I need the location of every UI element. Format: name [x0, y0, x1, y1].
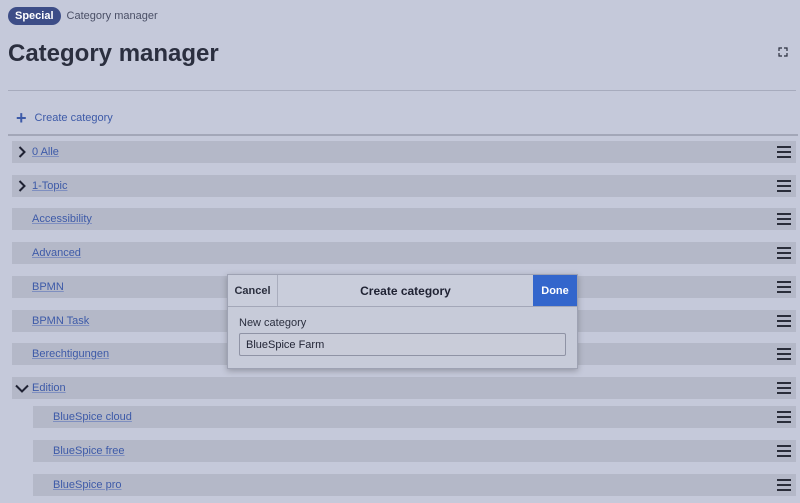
category-link[interactable]: Berechtigungen — [32, 348, 109, 360]
hamburger-menu-icon[interactable] — [777, 348, 791, 360]
cancel-button[interactable]: Cancel — [228, 275, 278, 306]
hamburger-menu-icon[interactable] — [777, 315, 791, 327]
hamburger-menu-icon[interactable] — [777, 247, 791, 259]
category-link[interactable]: Accessibility — [32, 213, 92, 225]
done-button[interactable]: Done — [533, 275, 577, 306]
create-category-button[interactable]: + Create category — [16, 108, 113, 128]
category-link[interactable]: BlueSpice pro — [53, 479, 122, 491]
category-row[interactable]: Accessibility — [12, 208, 796, 230]
hamburger-menu-icon[interactable] — [777, 180, 791, 192]
category-row[interactable]: 1-Topic — [12, 175, 796, 197]
category-link[interactable]: BlueSpice free — [53, 445, 125, 457]
dialog-body: New category — [228, 307, 577, 366]
category-row[interactable]: 0 Alle — [12, 141, 796, 163]
new-category-label: New category — [239, 317, 307, 329]
plus-icon: + — [16, 108, 27, 128]
create-category-dialog: Cancel Create category Done New category — [227, 274, 578, 369]
chevron-right-icon[interactable] — [12, 180, 32, 192]
hamburger-menu-icon[interactable] — [777, 445, 791, 457]
category-row[interactable]: BlueSpice pro — [33, 474, 796, 496]
namespace-badge[interactable]: Special — [8, 7, 61, 25]
hamburger-menu-icon[interactable] — [777, 382, 791, 394]
create-category-label: Create category — [34, 112, 113, 124]
hamburger-menu-icon[interactable] — [777, 411, 791, 423]
hamburger-menu-icon[interactable] — [777, 146, 791, 158]
chevron-down-icon[interactable] — [12, 384, 32, 393]
list-divider — [8, 134, 798, 136]
category-link[interactable]: BlueSpice cloud — [53, 411, 132, 423]
breadcrumb: Special Category manager — [8, 7, 158, 25]
chevron-right-icon[interactable] — [12, 146, 32, 158]
dialog-title: Create category — [360, 283, 451, 298]
dialog-header: Cancel Create category Done — [228, 275, 577, 307]
category-row[interactable]: Advanced — [12, 242, 796, 264]
new-category-input[interactable] — [239, 333, 566, 356]
hamburger-menu-icon[interactable] — [777, 213, 791, 225]
category-row[interactable]: BlueSpice free — [33, 440, 796, 462]
page-title: Category manager — [8, 40, 219, 67]
breadcrumb-page: Category manager — [66, 10, 158, 22]
category-row[interactable]: Edition — [12, 377, 796, 399]
hamburger-menu-icon[interactable] — [777, 479, 791, 491]
category-link[interactable]: BPMN — [32, 281, 64, 293]
category-link[interactable]: Advanced — [32, 247, 81, 259]
category-link[interactable]: 0 Alle — [32, 146, 59, 158]
hamburger-menu-icon[interactable] — [777, 281, 791, 293]
category-row[interactable]: BlueSpice cloud — [33, 406, 796, 428]
category-link[interactable]: BPMN Task — [32, 315, 89, 327]
category-link[interactable]: 1-Topic — [32, 180, 67, 192]
fullscreen-icon[interactable] — [778, 47, 788, 57]
category-link[interactable]: Edition — [32, 382, 66, 394]
title-divider — [8, 90, 796, 91]
